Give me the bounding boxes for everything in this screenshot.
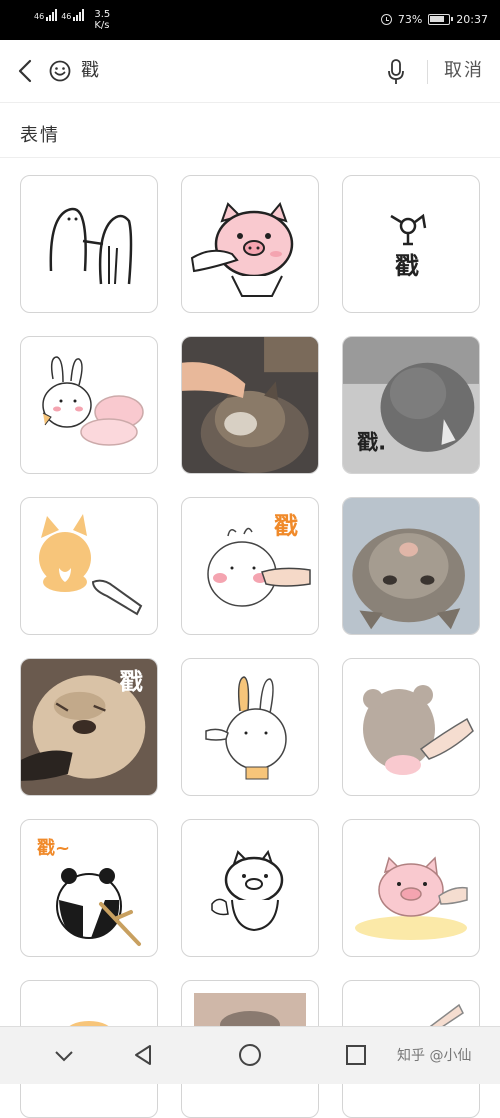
signal-bars-icon [46, 9, 58, 21]
sticker-tile[interactable]: 戳. [342, 336, 480, 474]
grey-cat-poke-photo: 戳. [343, 337, 479, 473]
sticker-tile[interactable] [20, 497, 158, 635]
sticker-caption: 戳. [357, 430, 386, 455]
grey-blob-finger-sticker [363, 685, 474, 775]
battery-percent: 73% [397, 13, 423, 26]
signal-2: 46 [61, 9, 85, 21]
net-speed-unit: K/s [94, 20, 110, 31]
panda-stick-poke-sticker: 戳~ [37, 838, 141, 946]
pig-poke-face-sticker [190, 202, 294, 297]
back-arrow-icon[interactable] [14, 58, 38, 84]
dog-chin-poke-photo: 戳 [21, 659, 157, 795]
sticker-tile[interactable] [20, 336, 158, 474]
net-speed-value: 3.5 [94, 9, 111, 20]
status-right: 73% 20:37 [380, 13, 488, 26]
bunny-pig-sticker [42, 356, 144, 446]
search-bar: 戳 取消 [0, 40, 500, 103]
cancel-button[interactable]: 取消 [444, 60, 484, 82]
alarm-icon [380, 14, 392, 25]
cat-upside-down-photo [343, 498, 479, 634]
recents-square-icon[interactable] [342, 1041, 370, 1069]
white-bunny-poked-sticker [205, 676, 287, 780]
search-input[interactable]: 戳 [81, 60, 99, 82]
stick-figure-poke-sticker: 戳 [390, 213, 427, 280]
pink-pig-finger-sticker [355, 856, 468, 940]
sticker-tile[interactable] [342, 658, 480, 796]
sticker-caption: 戳~ [37, 838, 70, 859]
sticker-tile[interactable] [181, 336, 319, 474]
status-left: 46 46 3.5 K/s [34, 9, 110, 31]
battery-icon [428, 14, 454, 25]
ghost-poke-sticker [49, 207, 133, 285]
pig-outline-sticker [211, 849, 284, 932]
cat-head-poke-photo [182, 337, 318, 473]
shiba-back-poke-sticker [39, 514, 143, 616]
signal-1-label: 46 [34, 12, 45, 21]
sticker-tile[interactable] [342, 819, 480, 957]
round-bunny-poke-sticker: 戳 [207, 512, 311, 607]
sticker-tile[interactable] [20, 175, 158, 313]
signal-bars-icon [73, 9, 85, 21]
sticker-tile[interactable] [181, 175, 319, 313]
sticker-caption: 戳 [274, 512, 298, 540]
sticker-tile[interactable] [342, 497, 480, 635]
sticker-tile[interactable] [181, 819, 319, 957]
net-speed: 3.5 K/s [94, 9, 110, 31]
section-divider [0, 157, 500, 158]
signal-2-label: 46 [61, 12, 72, 21]
section-title: 表情 [20, 125, 60, 146]
watermark-text: 知乎 @小仙 [397, 1048, 472, 1064]
sticker-caption: 戳 [395, 252, 419, 280]
emoji-icon[interactable] [49, 60, 71, 82]
sticker-tile[interactable]: 戳 [20, 658, 158, 796]
sticker-tile[interactable]: 戳 [181, 497, 319, 635]
sticker-tile[interactable]: 戳~ [20, 819, 158, 957]
signal-1: 46 [34, 9, 58, 21]
back-triangle-icon[interactable] [130, 1041, 158, 1069]
microphone-icon[interactable] [386, 58, 406, 86]
sticker-tile[interactable] [181, 658, 319, 796]
clock: 20:37 [456, 13, 488, 26]
navigation-bar: 知乎 @小仙 [0, 1026, 500, 1084]
home-circle-icon[interactable] [236, 1041, 264, 1069]
chevron-down-icon[interactable] [50, 1041, 78, 1069]
divider [427, 60, 428, 84]
status-bar: 46 46 3.5 K/s 73% 20:37 [0, 0, 500, 40]
sticker-caption: 戳 [119, 667, 143, 695]
sticker-tile[interactable]: 戳 [342, 175, 480, 313]
